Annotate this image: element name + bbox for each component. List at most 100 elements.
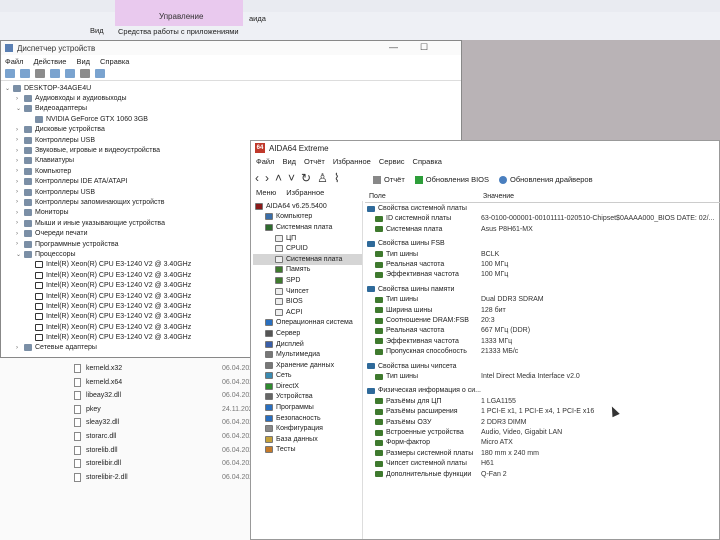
expand-arrow-icon[interactable]: ⌄	[16, 251, 24, 258]
aida-tree-item[interactable]: ACPI	[253, 307, 362, 318]
file-row[interactable]: sleay32.dll	[74, 418, 119, 428]
file-row[interactable]: storelibir-2.dll	[74, 472, 128, 482]
down-arrow-icon[interactable]: ˅	[288, 171, 295, 185]
file-row[interactable]: libeay32.dll	[74, 391, 121, 401]
up-arrow-icon[interactable]: ˄	[275, 171, 282, 185]
expand-arrow-icon[interactable]: ›	[16, 137, 24, 143]
device-tree-item[interactable]: ⌄ Видеоадаптеры	[1, 104, 461, 114]
aida-tree-item[interactable]: Чипсет	[253, 286, 362, 297]
bios-update-button[interactable]: Обновления BIOS	[414, 175, 489, 185]
grid-item-row[interactable]: Размеры системной платы 180 mm x 240 mm	[365, 450, 720, 460]
expand-arrow-icon[interactable]: ›	[16, 179, 24, 185]
grid-item-row[interactable]: Системная плата Asus P8H61-MX	[365, 226, 720, 236]
forward-arrow-icon[interactable]: ›	[265, 171, 269, 185]
devmgr-menu-item[interactable]: Вид	[76, 57, 90, 66]
ribbon-view-tab[interactable]: Вид	[90, 26, 104, 35]
device-tree-item[interactable]: › Дисковые устройства	[1, 125, 461, 135]
aida-tree-item[interactable]: Дисплей	[253, 339, 362, 350]
grid-item-row[interactable]: Соотношение DRAM:FSB 20:3	[365, 317, 720, 327]
report-button[interactable]: Отчёт	[373, 175, 405, 185]
grid-item-row[interactable]: Эффективная частота 100 МГц	[365, 271, 720, 281]
file-row[interactable]: kerneld.x32	[74, 364, 122, 373]
expand-arrow-icon[interactable]: ⌄	[16, 105, 24, 112]
properties-icon[interactable]	[50, 69, 60, 78]
grid-item-row[interactable]: Встроенные устройства Audio, Video, Gigab…	[365, 429, 720, 439]
grid-section-row[interactable]: Свойства шины FSB	[365, 240, 720, 250]
tab-favorites[interactable]: Избранное	[286, 188, 324, 197]
grid-section-row[interactable]: Свойства шины чипсета	[365, 363, 720, 373]
grid-section-row[interactable]: Свойства шины памяти	[365, 286, 720, 296]
expand-arrow-icon[interactable]: ⌄	[5, 85, 13, 92]
forward-icon[interactable]	[20, 69, 30, 78]
aida-tree-item[interactable]: Тесты	[253, 445, 362, 456]
device-view-icon[interactable]	[80, 69, 90, 78]
aida-tree-item[interactable]: Устройства	[253, 392, 362, 403]
grid-item-row[interactable]: Разъёмы расширения 1 PCI-E x1, 1 PCI-E x4…	[365, 408, 720, 418]
device-tree-item[interactable]: NVIDIA GeForce GTX 1060 3GB	[1, 114, 461, 124]
aida-tree-item[interactable]: Системная плата	[253, 253, 362, 265]
aida-tree-item[interactable]: Мультимедиа	[253, 349, 362, 360]
expand-arrow-icon[interactable]: ›	[16, 158, 24, 164]
chart-icon[interactable]: ⌇	[334, 171, 340, 185]
header-field[interactable]: Поле	[369, 193, 386, 200]
expand-arrow-icon[interactable]: ›	[16, 210, 24, 216]
aida-menu-item[interactable]: Избранное	[333, 157, 371, 166]
monitor-icon[interactable]	[95, 69, 105, 78]
expand-arrow-icon[interactable]: ›	[16, 148, 24, 154]
expand-arrow-icon[interactable]: ›	[16, 241, 24, 247]
devmgr-menu-item[interactable]: Действие	[33, 57, 66, 66]
aida-tree-item[interactable]: Операционная система	[253, 318, 362, 329]
header-value[interactable]: Значение	[483, 193, 514, 200]
aida-menu-item[interactable]: Справка	[413, 157, 442, 166]
refresh-icon[interactable]: ↻	[301, 171, 311, 185]
aida-tree-item[interactable]: Системная плата	[253, 222, 362, 233]
aida-tree-item[interactable]: DirectX	[253, 381, 362, 392]
file-row[interactable]: storarc.dll	[74, 432, 116, 441]
grid-item-row[interactable]: Эффективная частота 1333 МГц	[365, 338, 720, 348]
aida-tree-item[interactable]: Сеть	[253, 371, 362, 382]
grid-item-row[interactable]: Дополнительные функции Q-Fan 2	[365, 471, 720, 481]
maximize-icon[interactable]: ☐	[420, 42, 428, 53]
grid-item-row[interactable]: Разъёмы ОЗУ 2 DDR3 DIMM	[365, 419, 720, 429]
expand-arrow-icon[interactable]: ›	[16, 96, 24, 102]
aida-menu-item[interactable]: Файл	[256, 157, 274, 166]
expand-arrow-icon[interactable]: ›	[16, 168, 24, 174]
expand-arrow-icon[interactable]: ›	[16, 127, 24, 133]
expand-arrow-icon[interactable]: ›	[16, 220, 24, 226]
aida-tree-item[interactable]: Конфигурация	[253, 423, 362, 434]
file-row[interactable]: storelibir.dll	[74, 459, 121, 469]
user-icon[interactable]: ♙	[317, 171, 328, 185]
back-icon[interactable]	[5, 69, 15, 78]
aida-tree-item[interactable]: Память	[253, 265, 362, 276]
aida-tree-item[interactable]: Компьютер	[253, 212, 362, 223]
aida-menu-item[interactable]: Вид	[282, 157, 296, 166]
grid-item-row[interactable]: ID системной платы 63-0100-000001-0010111…	[365, 215, 720, 225]
aida-tree-item[interactable]: Сервер	[253, 328, 362, 339]
tab-menu[interactable]: Меню	[256, 188, 276, 197]
aida-tree-item[interactable]: Программы	[253, 402, 362, 413]
grid-item-row[interactable]: Реальная частота 100 МГц	[365, 261, 720, 271]
expand-arrow-icon[interactable]: ›	[16, 231, 24, 237]
grid-item-row[interactable]: Тип шины Dual DDR3 SDRAM	[365, 296, 720, 306]
grid-item-row[interactable]: Пропускная способность 21333 МБ/с	[365, 348, 720, 358]
device-tree-item[interactable]: ⌄ DESKTOP-34AGE4U	[1, 83, 461, 93]
grid-item-row[interactable]: Тип шины Intel Direct Media Interface v2.…	[365, 373, 720, 383]
ribbon-apps-tools-tab[interactable]: Средства работы с приложениями	[118, 27, 239, 36]
grid-item-row[interactable]: Ширина шины 128 бит	[365, 307, 720, 317]
ribbon-manage-tab[interactable]: Управление	[115, 0, 243, 26]
expand-arrow-icon[interactable]: ›	[16, 199, 24, 205]
file-row[interactable]: storelib.dll	[74, 445, 118, 455]
file-row[interactable]: kerneld.x64	[74, 377, 122, 387]
aida-tree-item[interactable]: AIDA64 v6.25.5400	[253, 201, 362, 212]
aida-menu-item[interactable]: Отчёт	[304, 157, 325, 166]
devmgr-menu-item[interactable]: Файл	[5, 57, 23, 66]
grid-item-row[interactable]: Форм-фактор Micro ATX	[365, 439, 720, 449]
minimize-icon[interactable]: —	[389, 42, 398, 53]
grid-item-row[interactable]: Чипсет системной платы H61	[365, 460, 720, 470]
aida-tree-item[interactable]: BIOS	[253, 296, 362, 307]
driver-update-button[interactable]: Обновления драйверов	[499, 175, 593, 185]
grid-section-row[interactable]: Свойства системной платы	[365, 205, 720, 215]
grid-section-row[interactable]: Физическая информация о си...	[365, 387, 720, 397]
aida-tree-item[interactable]: База данных	[253, 434, 362, 445]
aida-tree-item[interactable]: Хранение данных	[253, 360, 362, 371]
